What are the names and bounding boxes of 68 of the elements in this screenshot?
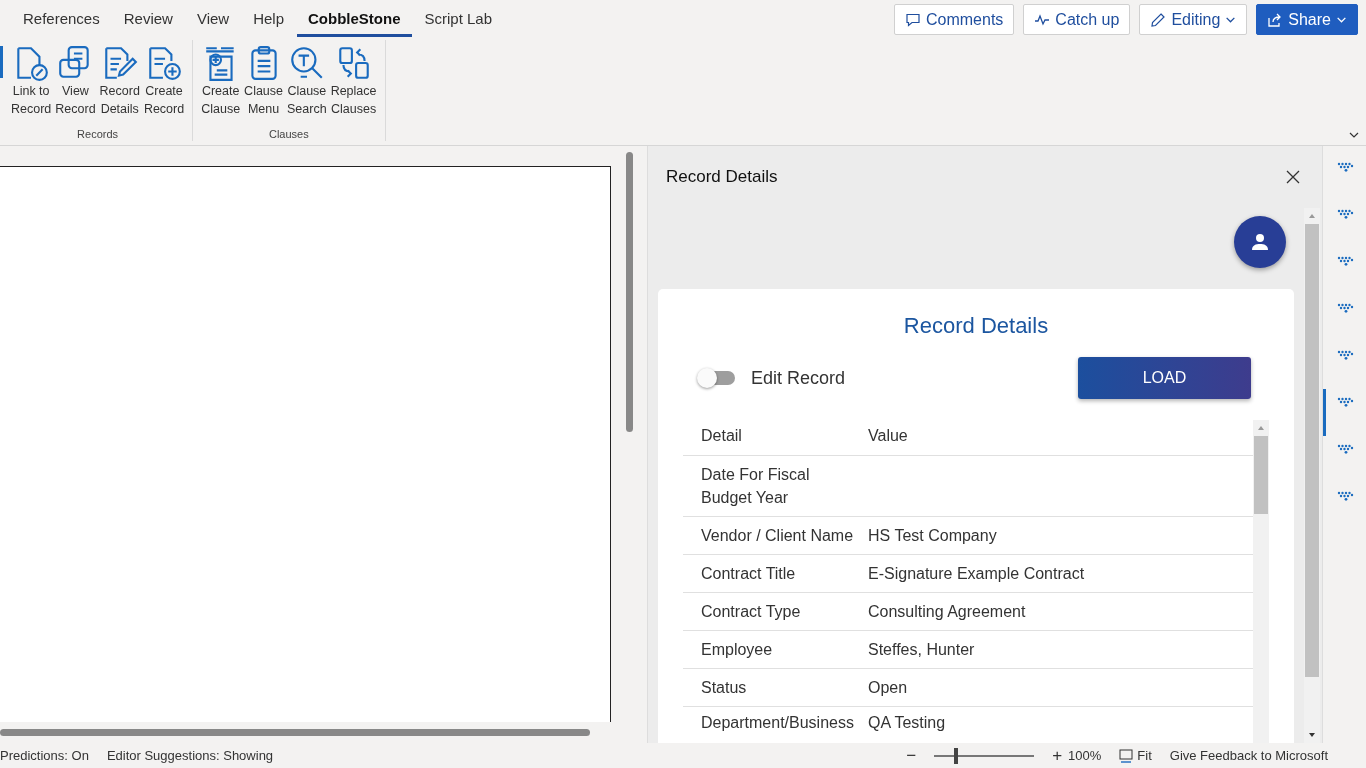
column-header: Detail <box>700 426 743 446</box>
table-cell-text: Steffes, Hunter <box>868 640 975 660</box>
scroll-up-icon[interactable] <box>1257 424 1265 432</box>
ribbon-button[interactable]: Create Clause <box>199 40 243 118</box>
card-title: Record Details <box>903 313 1049 339</box>
comments-button[interactable]: Comments <box>893 4 1015 35</box>
editing-button[interactable]: Editing <box>1139 4 1248 35</box>
feedback-link[interactable]: Give Feedback to Microsoft <box>1169 748 1328 763</box>
comment-icon <box>904 11 921 28</box>
zoom-out-button[interactable]: − <box>900 745 923 766</box>
status-text[interactable]: Predictions: On <box>0 748 89 763</box>
ribbon-button[interactable]: Create Record <box>141 40 187 118</box>
load-button[interactable]: LOAD <box>1078 357 1251 399</box>
ribbon-button[interactable]: View Record <box>53 40 98 118</box>
fit-button[interactable]: Fit <box>1119 748 1152 763</box>
dots-logo-icon <box>1337 162 1355 172</box>
ribbon-tab[interactable]: References <box>12 6 111 37</box>
zoom-in-button[interactable]: + <box>1046 745 1069 766</box>
table-cell-text: Open <box>868 678 908 698</box>
group-label: Records <box>77 128 119 141</box>
ribbon-button[interactable]: Replace Clauses <box>328 40 379 118</box>
column-header: Value <box>868 426 908 446</box>
table-cell-text: E-Signature Example Contract <box>868 564 1085 584</box>
table-cell-text: Consulting Agreement <box>868 602 1026 622</box>
dots-logo-icon <box>1337 209 1355 219</box>
group-label: Clauses <box>268 128 309 141</box>
table-cell-text: Date For Fiscal Budget Year <box>700 465 811 508</box>
table-cell-text: Contract Title <box>700 564 797 584</box>
table-cell-text: Contract Type <box>700 602 802 622</box>
scrollbar-thumb[interactable] <box>625 152 633 432</box>
scrollbar-thumb[interactable] <box>1305 224 1319 677</box>
catchup-button[interactable]: Catch up <box>1023 4 1131 35</box>
scroll-down-icon[interactable] <box>1308 731 1316 739</box>
dots-logo-icon <box>1337 350 1355 360</box>
table-cell-text: Department/Business <box>700 713 855 733</box>
dots-logo-icon <box>1337 491 1355 501</box>
toggle-label: Edit Record <box>751 367 846 389</box>
ribbon-tab[interactable]: View <box>185 6 241 37</box>
scrollbar-thumb[interactable] <box>0 729 590 736</box>
edit-toggle[interactable] <box>699 371 735 385</box>
ribbon-tab[interactable]: Script Lab <box>413 6 504 37</box>
ribbon-tab[interactable]: Help <box>242 6 295 37</box>
ribbon-tab[interactable]: CobbleStone <box>297 6 412 37</box>
share-button[interactable]: Share <box>1256 4 1358 35</box>
table-cell-text: Vendor / Client Name <box>700 526 855 546</box>
dots-logo-icon <box>1337 256 1355 266</box>
zoom-level[interactable]: 100% <box>1068 748 1102 763</box>
person-icon <box>1250 232 1270 252</box>
scrollbar-thumb[interactable] <box>1254 436 1268 514</box>
ribbon-button[interactable]: Record Details <box>97 40 142 118</box>
table-cell-text: Status <box>700 678 748 698</box>
fit-icon <box>1119 748 1134 763</box>
pane-title: Record Details <box>666 167 778 187</box>
scroll-up-icon[interactable] <box>1308 212 1316 220</box>
user-avatar[interactable] <box>1234 216 1286 268</box>
ribbon-button[interactable]: Link to Record <box>9 40 54 118</box>
ribbon-button[interactable]: Clause Menu <box>242 40 286 118</box>
table-cell-text: Employee <box>700 640 774 660</box>
status-text[interactable]: Editor Suggestions: Showing <box>106 748 274 763</box>
dots-logo-icon <box>1337 397 1355 407</box>
close-icon[interactable] <box>1286 170 1300 184</box>
dots-logo-icon <box>1337 444 1355 454</box>
ribbon-button[interactable]: Clause Search <box>285 40 329 118</box>
dots-logo-icon <box>1337 303 1355 313</box>
table-cell-text: HS Test Company <box>868 526 997 546</box>
pencil-icon <box>1150 11 1167 28</box>
table-cell-text: QA Testing <box>868 713 946 733</box>
ribbon-tab[interactable]: Review <box>112 6 184 37</box>
